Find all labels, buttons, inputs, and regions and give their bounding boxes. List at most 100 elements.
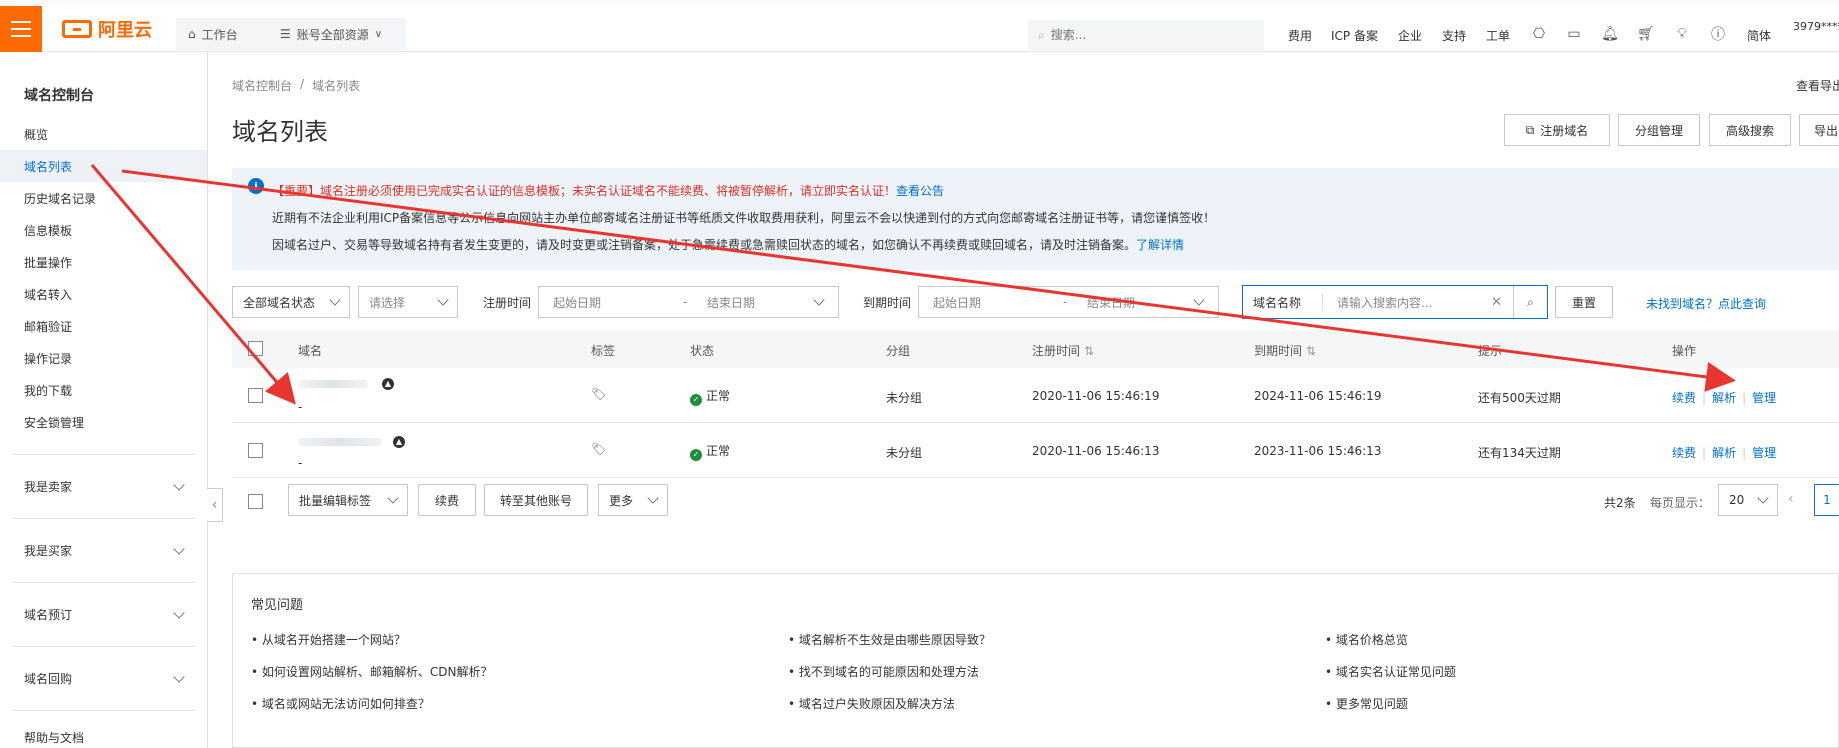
transfer-account-button[interactable]: 转至其他账号 — [484, 484, 588, 516]
search-icon[interactable]: ⌕ — [1513, 286, 1547, 318]
col-reg-time[interactable]: 注册时间 ⇅ — [1032, 342, 1094, 359]
faq-link[interactable]: • 域名解析不生效是由哪些原因导致？ — [788, 631, 991, 648]
sidebar-item-security-lock[interactable]: 安全锁管理 — [0, 406, 207, 438]
sidebar-item-overview[interactable]: 概览 — [0, 118, 207, 150]
account-id[interactable]: 3979**** — [1793, 20, 1839, 33]
faq-link[interactable]: • 域名价格总览 — [1325, 631, 1408, 648]
row-checkbox[interactable] — [248, 443, 263, 458]
sidebar-item-templates[interactable]: 信息模板 — [0, 214, 207, 246]
breadcrumb-root[interactable]: 域名控制台 — [232, 77, 292, 94]
domain-search-input[interactable]: 请输入搜索内容... — [1323, 294, 1491, 311]
manage-link[interactable]: 管理 — [1752, 391, 1776, 405]
secondary-filter-select[interactable]: 请选择 — [358, 286, 458, 318]
domain-name-redacted[interactable] — [298, 380, 368, 388]
export-button[interactable]: 导出 — [1799, 114, 1839, 146]
global-search[interactable]: ⌕ — [1028, 20, 1264, 50]
dns-link[interactable]: 解析 — [1712, 446, 1736, 460]
view-announcement-link[interactable]: 查看公告 — [896, 184, 944, 198]
domain-status-select[interactable]: 全部域名状态 — [232, 286, 350, 318]
exp-start-date[interactable]: 起始日期 — [933, 294, 1063, 311]
sidebar-item-domain-list[interactable]: 域名列表 — [0, 150, 207, 182]
faq-link[interactable]: • 域名过户失败原因及解决方法 — [788, 695, 955, 712]
faq-link[interactable]: • 域名实名认证常见问题 — [1325, 663, 1456, 680]
advanced-search-button[interactable]: 高级搜索 — [1709, 114, 1791, 146]
page-button-current[interactable]: 1 — [1814, 484, 1839, 516]
reg-start-date[interactable]: 起始日期 — [553, 294, 683, 311]
top-link-enterprise[interactable]: 企业 — [1398, 27, 1422, 44]
top-link-support[interactable]: 支持 — [1442, 27, 1466, 44]
sidebar-group-buyer[interactable]: 我是买家 — [12, 518, 195, 582]
register-domain-button[interactable]: ⧉ 注册域名 — [1504, 114, 1610, 146]
faq-link[interactable]: • 找不到域名的可能原因和处理方法 — [788, 663, 979, 680]
ops-divider: | — [1702, 391, 1707, 405]
exp-date-range[interactable]: 起始日期 - 结束日期 — [918, 286, 1219, 318]
not-found-lookup-link[interactable]: 未找到域名？点此查询 — [1646, 295, 1766, 312]
tag-icon[interactable]: 🏷︎ — [591, 387, 606, 401]
reg-date-range[interactable]: 起始日期 - 结束日期 — [538, 286, 839, 318]
clear-icon[interactable]: ✕ — [1491, 295, 1513, 310]
learn-more-link[interactable]: 了解详情 — [1136, 238, 1184, 252]
top-link-billing[interactable]: 费用 — [1288, 27, 1312, 44]
renew-link[interactable]: 续费 — [1672, 391, 1696, 405]
sidebar-item-op-log[interactable]: 操作记录 — [0, 342, 207, 374]
cart-icon[interactable]: 🛒︎ — [1637, 25, 1655, 43]
per-page-select[interactable]: 20 — [1718, 484, 1778, 516]
search-field-select[interactable]: 域名名称 — [1243, 293, 1323, 311]
sidebar-group-reserve[interactable]: 域名预订 — [12, 582, 195, 646]
sidebar-item-transfer-in[interactable]: 域名转入 — [0, 278, 207, 310]
top-link-ticket[interactable]: 工单 — [1486, 27, 1510, 44]
table-header: 域名 标签 状态 分组 注册时间 ⇅ 到期时间 ⇅ 提示 操作 — [232, 330, 1839, 368]
sidebar-group-buyback[interactable]: 域名回购 — [12, 646, 195, 710]
language-switch[interactable]: 简体 — [1747, 27, 1771, 44]
resources-dropdown[interactable]: ☰ 账号全部资源 ∨ — [268, 18, 406, 50]
export-record-link[interactable]: 查看导出 — [1796, 77, 1839, 94]
faq-link[interactable]: • 从域名开始搭建一个网站？ — [251, 631, 406, 648]
menu-icon[interactable] — [0, 6, 42, 52]
registrar-badge-icon: ▲ — [393, 436, 405, 448]
sidebar-item-history[interactable]: 历史域名记录 — [0, 182, 207, 214]
sort-icon: ⇅ — [1305, 344, 1316, 358]
ai-assistant-icon[interactable]: ⎔ — [1530, 25, 1548, 43]
lightbulb-icon[interactable]: 💡︎ — [1673, 25, 1691, 43]
reg-end-date[interactable]: 结束日期 — [707, 294, 815, 311]
notice-important-text: 【重要】域名注册必须使用已完成实名认证的信息模板；未实名认证域名不能续费、将被暂… — [272, 184, 897, 198]
bulk-edit-tags-button[interactable]: 批量编辑标签 — [288, 484, 408, 516]
chevron-down-icon — [173, 478, 185, 491]
dns-link[interactable]: 解析 — [1712, 391, 1736, 405]
exp-time-label: 到期时间 — [863, 296, 912, 310]
bulk-select-checkbox[interactable] — [248, 494, 263, 509]
domain-name-redacted[interactable] — [298, 438, 382, 446]
global-search-input[interactable] — [1050, 28, 1241, 42]
faq-link[interactable]: • 域名或网站无法访问如何排查？ — [251, 695, 430, 712]
sidebar-item-batch[interactable]: 批量操作 — [0, 246, 207, 278]
sidebar-item-downloads[interactable]: 我的下载 — [0, 374, 207, 406]
resource-icon: ☰ — [280, 27, 291, 41]
manage-link[interactable]: 管理 — [1752, 446, 1776, 460]
ops-divider: | — [1742, 391, 1747, 405]
table-row: ▲ - 🏷︎ ✓ 正常 未分组 2020-11-06 15:46:19 2024-… — [232, 368, 1839, 423]
reset-button[interactable]: 重置 — [1555, 286, 1613, 318]
bulk-renew-button[interactable]: 续费 — [418, 484, 476, 516]
workbench-tab[interactable]: ⌂ 工作台 — [176, 18, 272, 50]
terminal-icon[interactable]: ▭ — [1565, 25, 1583, 43]
tag-icon[interactable]: 🏷︎ — [591, 442, 606, 456]
help-icon[interactable]: ⓘ — [1709, 25, 1727, 43]
sidebar-group-seller[interactable]: 我是卖家 — [12, 454, 195, 518]
faq-link[interactable]: • 更多常见问题 — [1325, 695, 1408, 712]
group-manage-button[interactable]: 分组管理 — [1618, 114, 1700, 146]
reg-time-cell: 2020-11-06 15:46:19 — [1032, 389, 1160, 403]
bell-icon[interactable]: 🔔︎ — [1601, 25, 1619, 43]
sidebar-item-email-verify[interactable]: 邮箱验证 — [0, 310, 207, 342]
exp-end-date[interactable]: 结束日期 — [1087, 294, 1195, 311]
sidebar-help-docs[interactable]: 帮助与文档 — [12, 710, 195, 748]
row-checkbox[interactable] — [248, 388, 263, 403]
prev-page-icon[interactable]: ‹ — [1788, 491, 1794, 507]
aliyun-logo[interactable]: 阿里云 — [62, 18, 152, 41]
faq-link[interactable]: • 如何设置网站解析、邮箱解析、CDN解析？ — [251, 663, 493, 680]
col-exp-time[interactable]: 到期时间 ⇅ — [1254, 342, 1316, 359]
more-actions-button[interactable]: 更多 — [598, 484, 668, 516]
select-all-checkbox[interactable] — [248, 341, 263, 356]
renew-link[interactable]: 续费 — [1672, 446, 1696, 460]
top-link-icp[interactable]: ICP 备案 — [1331, 27, 1378, 44]
sidebar-collapse-handle[interactable]: ‹ — [207, 488, 223, 522]
